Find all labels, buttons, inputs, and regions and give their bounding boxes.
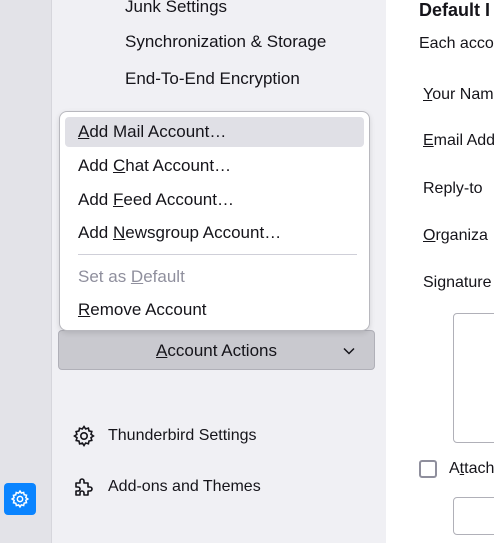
menu-item-add-feed-account[interactable]: Add Feed Account… (65, 185, 364, 215)
thunderbird-settings-link[interactable]: Thunderbird Settings (72, 424, 257, 448)
account-actions-menu: Add Mail Account… Add Chat Account… Add … (59, 111, 370, 331)
section-title: Default I (419, 0, 491, 20)
attach-signature-checkbox[interactable] (419, 460, 437, 478)
addons-themes-label: Add-ons and Themes (108, 478, 261, 495)
tree-item-sync-storage[interactable]: Synchronization & Storage (125, 32, 326, 52)
signature-file-field[interactable] (453, 497, 494, 535)
menu-item-add-chat-account[interactable]: Add Chat Account… (65, 151, 364, 181)
settings-space-button[interactable] (4, 483, 36, 515)
organization-label: Organiza (423, 227, 488, 244)
puzzle-icon (75, 478, 93, 496)
gear-icon (10, 489, 30, 509)
account-actions-button[interactable]: Account Actions (58, 330, 375, 370)
account-actions-label: Account Actions (156, 341, 277, 360)
menu-item-remove-account[interactable]: Remove Account (65, 295, 364, 325)
reply-to-label: Reply-to (423, 180, 483, 197)
menu-item-set-as-default: Set as Default (78, 267, 185, 286)
menu-item-add-newsgroup-account[interactable]: Add Newsgroup Account… (65, 218, 364, 248)
account-settings-pane: Default I Each acco Your Nam Email Add R… (386, 0, 494, 543)
tree-item-e2e-encryption[interactable]: End-To-End Encryption (125, 69, 300, 89)
signature-label: Signature (423, 274, 492, 291)
chevron-down-icon (343, 347, 355, 355)
signature-textarea[interactable] (453, 313, 494, 443)
your-name-label: Your Nam (423, 86, 494, 103)
attach-signature-label: Attach (449, 460, 494, 477)
gear-icon (73, 425, 95, 447)
tree-item-junk-settings[interactable]: Junk Settings (125, 0, 227, 17)
addons-themes-link[interactable]: Add-ons and Themes (72, 475, 261, 499)
spaces-toolbar (0, 0, 52, 543)
menu-item-add-mail-account[interactable]: Add Mail Account… (65, 117, 364, 147)
email-address-label: Email Add (423, 132, 494, 149)
thunderbird-settings-label: Thunderbird Settings (108, 427, 257, 444)
section-description: Each acco (419, 35, 494, 52)
menu-separator (78, 254, 357, 255)
